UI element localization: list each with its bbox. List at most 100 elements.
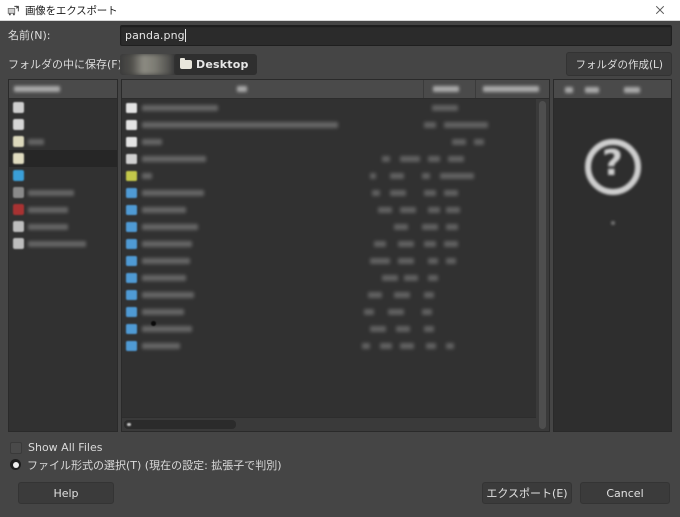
file-meta bbox=[428, 206, 440, 213]
file-meta bbox=[452, 138, 466, 145]
file-row[interactable] bbox=[122, 218, 536, 235]
image-icon bbox=[126, 255, 137, 266]
folder-icon bbox=[180, 58, 192, 69]
file-meta bbox=[398, 240, 414, 247]
breadcrumb-desktop-label: Desktop bbox=[196, 57, 249, 71]
files-list[interactable] bbox=[122, 99, 536, 417]
file-row[interactable] bbox=[122, 167, 536, 184]
show-all-files-row[interactable]: Show All Files bbox=[10, 439, 672, 456]
files-vertical-scrollbar[interactable] bbox=[536, 99, 549, 431]
file-name bbox=[142, 308, 184, 315]
column-header-modified[interactable] bbox=[476, 80, 549, 98]
file-meta bbox=[424, 291, 434, 298]
places-item-label bbox=[28, 223, 68, 230]
files-wrap bbox=[122, 99, 549, 431]
image-icon bbox=[126, 187, 137, 198]
disc-icon bbox=[13, 204, 24, 215]
file-row[interactable] bbox=[122, 320, 536, 337]
file-meta bbox=[424, 240, 436, 247]
image-icon bbox=[126, 289, 137, 300]
file-meta bbox=[422, 308, 432, 315]
file-meta bbox=[424, 325, 434, 332]
places-item-label bbox=[28, 206, 68, 213]
file-meta bbox=[394, 223, 408, 230]
file-name bbox=[142, 223, 198, 230]
file-meta bbox=[422, 223, 438, 230]
file-row[interactable] bbox=[122, 116, 536, 133]
files-pane bbox=[121, 79, 550, 432]
question-mark-icon: ? bbox=[584, 139, 641, 195]
file-meta bbox=[378, 206, 392, 213]
file-row[interactable] bbox=[122, 286, 536, 303]
file-name bbox=[142, 189, 204, 196]
create-folder-button[interactable]: フォルダの作成(L) bbox=[566, 52, 672, 76]
places-item[interactable] bbox=[9, 184, 117, 201]
places-item[interactable] bbox=[9, 201, 117, 218]
file-meta bbox=[390, 189, 406, 196]
column-header-name[interactable] bbox=[122, 80, 424, 98]
titlebar: 画像をエクスポート bbox=[0, 0, 680, 21]
file-name bbox=[142, 104, 218, 111]
image-icon bbox=[126, 340, 137, 351]
file-row[interactable] bbox=[122, 133, 536, 150]
folder-icon bbox=[13, 221, 24, 232]
file-row[interactable] bbox=[122, 150, 536, 167]
files-hscroll-thumb[interactable] bbox=[124, 420, 236, 429]
file-row[interactable] bbox=[122, 201, 536, 218]
text-caret bbox=[184, 28, 186, 42]
file-row[interactable] bbox=[122, 269, 536, 286]
file-row[interactable] bbox=[122, 235, 536, 252]
file-name bbox=[142, 138, 162, 145]
breadcrumb-item-redacted[interactable] bbox=[120, 53, 172, 75]
file-row[interactable] bbox=[122, 184, 536, 201]
file-name bbox=[142, 342, 180, 349]
close-icon[interactable] bbox=[640, 0, 680, 20]
recent-icon bbox=[13, 102, 24, 113]
file-type-row[interactable]: ファイル形式の選択(T) (現在の設定: 拡張子で判別) bbox=[10, 456, 672, 473]
places-item[interactable] bbox=[9, 99, 117, 116]
places-list[interactable] bbox=[9, 99, 117, 431]
places-item[interactable] bbox=[9, 133, 117, 150]
breadcrumb-item-desktop[interactable]: Desktop bbox=[174, 53, 257, 75]
files-horizontal-scrollbar[interactable] bbox=[122, 417, 536, 431]
file-meta bbox=[446, 342, 454, 349]
file-row[interactable] bbox=[122, 303, 536, 320]
image-icon bbox=[126, 221, 137, 232]
window-title: 画像をエクスポート bbox=[25, 4, 118, 17]
preview-placeholder-dot bbox=[610, 221, 615, 225]
file-meta bbox=[474, 138, 484, 145]
places-item-label bbox=[28, 189, 74, 196]
file-meta bbox=[446, 223, 458, 230]
filename-input[interactable]: panda.png bbox=[120, 24, 672, 46]
places-item[interactable] bbox=[9, 150, 117, 167]
folder-icon bbox=[13, 238, 24, 249]
question-mark-glyph: ? bbox=[602, 143, 623, 184]
places-item[interactable] bbox=[9, 218, 117, 235]
export-button[interactable]: エクスポート(E) bbox=[482, 482, 572, 504]
file-name bbox=[142, 274, 186, 281]
show-all-files-checkbox[interactable] bbox=[10, 441, 22, 454]
help-button[interactable]: Help bbox=[18, 482, 114, 504]
file-meta bbox=[428, 257, 438, 264]
places-item[interactable] bbox=[9, 116, 117, 133]
places-item[interactable] bbox=[9, 167, 117, 184]
files-vscroll-thumb[interactable] bbox=[539, 101, 546, 429]
column-header-size[interactable] bbox=[424, 80, 476, 98]
file-type-radio[interactable] bbox=[10, 459, 21, 470]
file-row[interactable] bbox=[122, 337, 536, 354]
file-row[interactable] bbox=[122, 99, 536, 116]
image-icon bbox=[126, 272, 137, 283]
image-icon bbox=[126, 238, 137, 249]
file-meta bbox=[382, 274, 398, 281]
file-name bbox=[142, 172, 152, 179]
file-row[interactable] bbox=[122, 252, 536, 269]
folder-icon bbox=[126, 136, 137, 147]
file-meta bbox=[428, 274, 438, 281]
file-meta bbox=[370, 172, 376, 179]
files-header bbox=[122, 80, 549, 99]
cancel-button[interactable]: Cancel bbox=[580, 482, 670, 504]
places-item[interactable] bbox=[9, 235, 117, 252]
file-meta bbox=[432, 104, 458, 111]
file-meta bbox=[394, 291, 410, 298]
places-pane bbox=[8, 79, 118, 432]
